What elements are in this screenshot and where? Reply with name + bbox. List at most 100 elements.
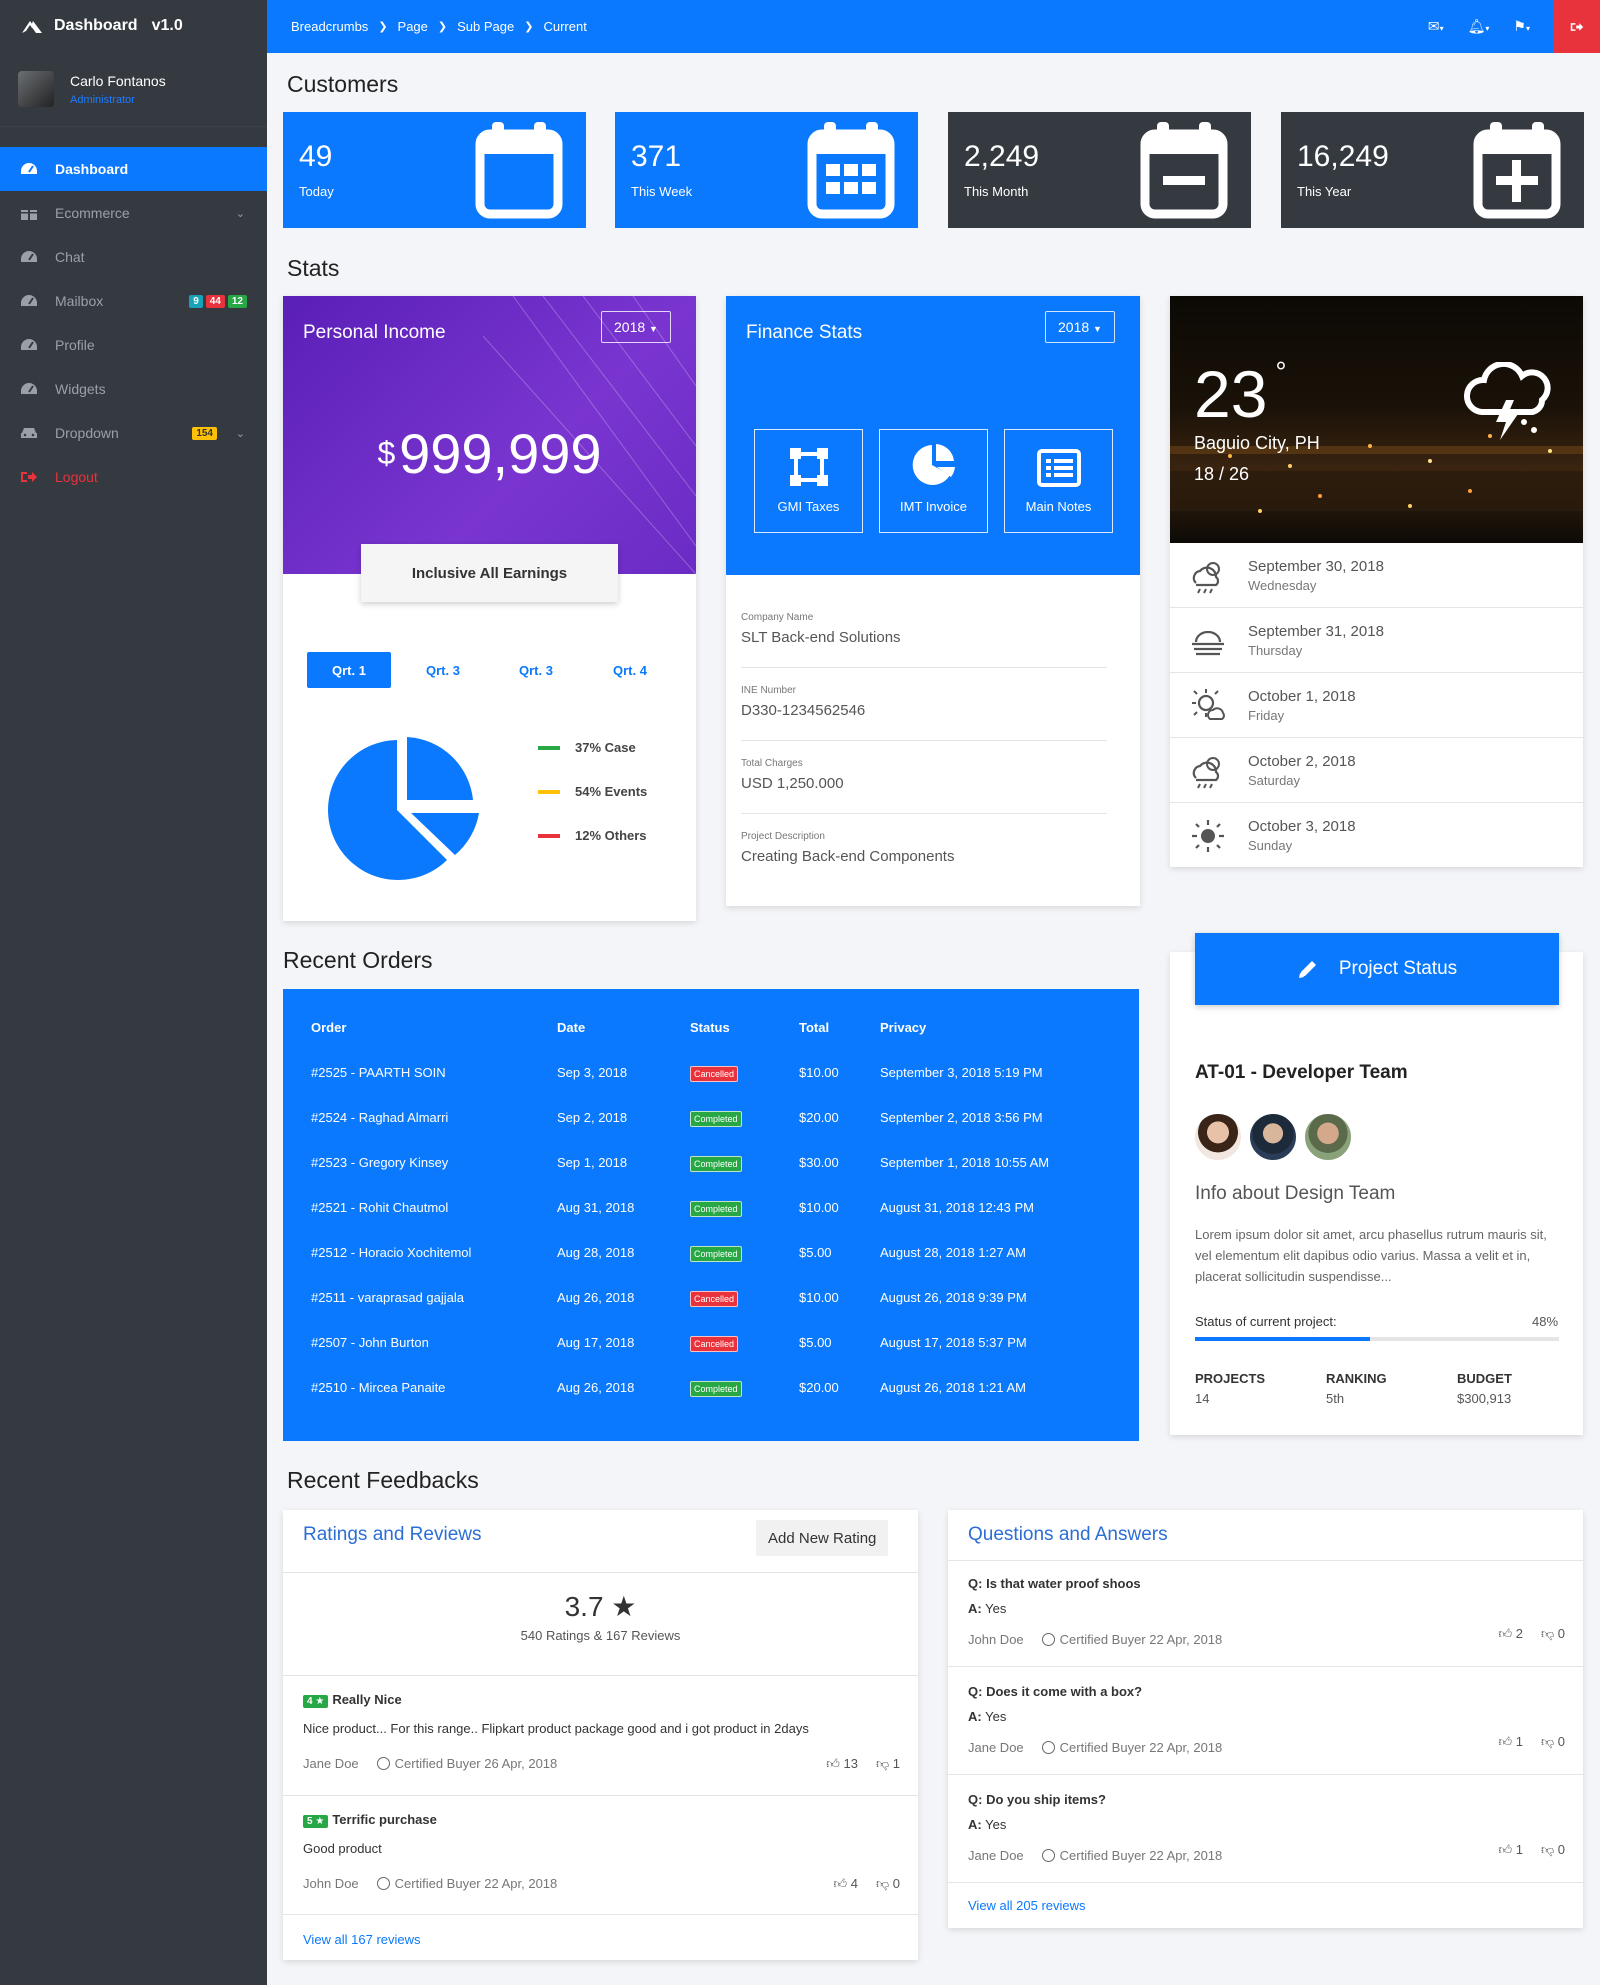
sidebar-item-profile[interactable]: Profile — [0, 323, 267, 367]
tab-qrt-3a[interactable]: Qrt. 3 — [401, 652, 485, 688]
thumbs-down-button[interactable]: 👎︎ 0 — [1541, 1842, 1565, 1858]
order-id: #2512 - Horacio Xochitemol — [311, 1245, 472, 1260]
thumbs-up-button[interactable]: 👍︎ 13 — [826, 1756, 858, 1772]
customers-title: Customers — [287, 71, 399, 97]
brand[interactable]: Dashboard v1.0 — [0, 0, 267, 52]
calendar-minus-icon — [1140, 122, 1228, 219]
qa-meta: Jane Doe Certified Buyer 22 Apr, 2018 — [968, 1848, 1222, 1863]
order-total: $5.00 — [799, 1335, 832, 1350]
thumbs-down-button[interactable]: 👎︎ 0 — [876, 1876, 900, 1892]
user-panel[interactable]: Carlo Fontanos Administrator — [0, 52, 267, 127]
dropdown-value: 2018 — [1058, 319, 1090, 335]
thumbs-up-button[interactable]: 👍︎ 1 — [1499, 1842, 1523, 1858]
dashboard-icon — [21, 339, 37, 350]
brand-title: Dashboard — [54, 17, 138, 34]
weather-city: Baguio City, PH — [1194, 433, 1320, 453]
stat-card-month[interactable]: 2,249 This Month — [948, 112, 1251, 228]
button-label: Main Notes — [1025, 499, 1092, 514]
finance-year-dropdown[interactable]: 2018 ▼ — [1045, 311, 1115, 343]
thumbs-down-button[interactable]: 👎︎ 1 — [876, 1756, 900, 1772]
avatar[interactable] — [1248, 1112, 1298, 1162]
legend-swatch — [538, 745, 560, 750]
table-row[interactable]: #2523 - Gregory Kinsey Sep 1, 2018 Compl… — [283, 1140, 1139, 1185]
finance-row-charges: Total Charges USD 1,250.000 — [741, 758, 1107, 814]
chevron-right-icon: ❯ — [378, 21, 388, 33]
mailbox-badges: 9 44 12 — [189, 294, 247, 308]
table-row[interactable]: #2511 - varaprasad gajjala Aug 26, 2018 … — [283, 1275, 1139, 1320]
question: Q: Is that water proof shoos — [968, 1576, 1222, 1591]
check-circle-icon — [1041, 1633, 1055, 1646]
column-header[interactable]: Total — [799, 1020, 829, 1035]
weather-temp: 23 ° — [1194, 356, 1287, 432]
table-row[interactable]: #2510 - Mircea Panaite Aug 26, 2018 Comp… — [283, 1365, 1139, 1410]
degree-symbol: ° — [1275, 356, 1287, 387]
vote-count: 4 — [850, 1876, 858, 1891]
tab-qrt-3b[interactable]: Qrt. 3 — [494, 652, 578, 688]
stat-card-year[interactable]: 16,249 This Year — [1281, 112, 1584, 228]
sidebar-item-logout[interactable]: Logout — [0, 455, 267, 499]
column-header[interactable]: Status — [690, 1020, 730, 1035]
column-header[interactable]: Date — [557, 1020, 585, 1035]
gmi-taxes-button[interactable]: GMI Taxes — [754, 429, 863, 533]
table-row[interactable]: #2512 - Horacio Xochitemol Aug 28, 2018 … — [283, 1230, 1139, 1275]
vote-count: 0 — [1557, 1626, 1565, 1641]
thumbs-down-button[interactable]: 👎︎ 0 — [1541, 1626, 1565, 1642]
forecast-date: October 1, 2018 — [1248, 687, 1356, 705]
table-row[interactable]: #2507 - John Burton Aug 17, 2018 Cancell… — [283, 1320, 1139, 1365]
avatar[interactable] — [1193, 1112, 1243, 1162]
stat-card-week[interactable]: 371 This Week — [615, 112, 918, 228]
logout-button[interactable] — [1553, 0, 1600, 53]
row-key: INE Number — [741, 685, 797, 696]
dashboard-icon — [21, 383, 37, 394]
flag-icon[interactable]: ⚑▾ — [1513, 18, 1530, 35]
project-status-header[interactable]: Project Status — [1195, 933, 1559, 1005]
imt-invoice-button[interactable]: IMT Invoice — [879, 429, 988, 533]
avatar[interactable] — [1303, 1112, 1353, 1162]
table-row[interactable]: #2521 - Rohit Chautmol Aug 31, 2018 Comp… — [283, 1185, 1139, 1230]
envelope-icon[interactable]: ✉▾ — [1428, 18, 1444, 35]
view-all-reviews-link[interactable]: View all 167 reviews — [303, 1932, 421, 1947]
review-heading: 4 ★ Really Nice — [303, 1692, 402, 1708]
legend-label: 37% Case — [575, 740, 636, 755]
vote-count: 0 — [892, 1876, 900, 1891]
column-header[interactable]: Order — [311, 1020, 346, 1035]
sidebar-item-dropdown[interactable]: Dropdown 154 ⌄ — [0, 411, 267, 455]
bell-icon[interactable]: 🔔︎▾ — [1468, 18, 1490, 35]
project-status-title: Project Status — [1338, 958, 1458, 979]
stat-card-today[interactable]: 49 Today — [283, 112, 586, 228]
view-all-qa-link[interactable]: View all 205 reviews — [968, 1898, 1086, 1913]
status-badge: Completed — [690, 1111, 742, 1127]
sidebar: Dashboard v1.0 Carlo Fontanos Administra… — [0, 0, 267, 1985]
income-year-dropdown[interactable]: 2018 ▼ — [601, 311, 671, 343]
star-rating-badge: 4 ★ — [303, 1695, 329, 1708]
table-row[interactable]: #2525 - PAARTH SOIN Sep 3, 2018 Cancelle… — [283, 1050, 1139, 1095]
column-header[interactable]: Privacy — [880, 1020, 926, 1035]
tab-qrt-4[interactable]: Qrt. 4 — [588, 652, 672, 688]
breadcrumb-item[interactable]: Sub Page — [457, 19, 514, 34]
badge: 44 — [205, 294, 225, 308]
thumbs-up-button[interactable]: 👍︎ 2 — [1499, 1626, 1523, 1642]
rating-score: 3.7 ★ — [564, 1591, 637, 1622]
thumbs-up-button[interactable]: 👍︎ 1 — [1499, 1734, 1523, 1750]
order-privacy: September 2, 2018 3:56 PM — [880, 1110, 1043, 1125]
breadcrumb-item[interactable]: Current — [543, 19, 586, 34]
thumbs-up-button[interactable]: 👍︎ 4 — [834, 1876, 858, 1892]
sidebar-item-widgets[interactable]: Widgets — [0, 367, 267, 411]
table-row[interactable]: #2524 - Raghad Almarri Sep 2, 2018 Compl… — [283, 1095, 1139, 1140]
vector-square-icon — [789, 448, 828, 486]
sidebar-item-dashboard[interactable]: Dashboard — [0, 147, 267, 191]
add-rating-button[interactable]: Add New Rating — [756, 1520, 889, 1556]
breadcrumb-item[interactable]: Page — [398, 19, 428, 34]
tab-qrt-1[interactable]: Qrt. 1 — [307, 652, 391, 688]
sidebar-item-mailbox[interactable]: Mailbox 9 44 12 — [0, 279, 267, 323]
main-notes-button[interactable]: Main Notes — [1004, 429, 1113, 533]
answer: A: Yes — [968, 1709, 1222, 1724]
status-badge: Completed — [690, 1246, 742, 1262]
sidebar-item-ecommerce[interactable]: Ecommerce ⌄ — [0, 191, 267, 235]
table-header: Order Date Status Total Privacy — [283, 1005, 1139, 1050]
sidebar-item-chat[interactable]: Chat — [0, 235, 267, 279]
breadcrumb-item[interactable]: Breadcrumbs — [291, 19, 368, 34]
thumbs-down-button[interactable]: 👎︎ 0 — [1541, 1734, 1565, 1750]
button-label: IMT Invoice — [900, 499, 967, 514]
dropdown-badges: 154 — [192, 426, 217, 440]
